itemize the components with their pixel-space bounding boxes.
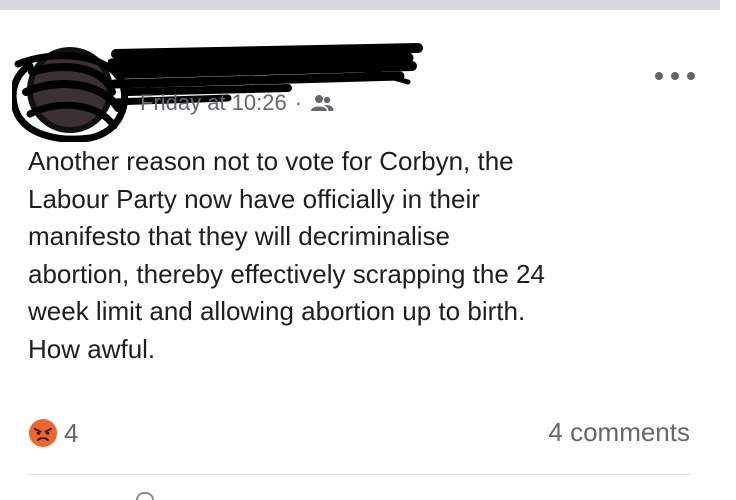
like-icon[interactable]: [136, 492, 154, 500]
friends-icon[interactable]: [310, 93, 334, 113]
meta-separator: ·: [294, 90, 303, 115]
reaction-count: 4: [64, 417, 79, 448]
comments-count-link[interactable]: 4 comments: [548, 417, 690, 448]
more-horizontal-icon: [687, 72, 695, 80]
angry-reaction-icon: [29, 419, 57, 447]
more-horizontal-icon: [655, 72, 663, 80]
post-timestamp[interactable]: Friday at 10:26: [140, 90, 287, 116]
post-text-line: abortion, thereby effectively scrapping …: [28, 258, 545, 289]
top-divider: [0, 0, 720, 10]
post-text-line: week limit and allowing abortion up to b…: [28, 296, 526, 326]
more-horizontal-icon: [671, 72, 679, 80]
post-meta: Friday at 10:26 ·: [140, 90, 334, 116]
post-text-line: How awful.: [28, 333, 156, 364]
facebook-post-card: Friday at 10:26 · Another reason not to …: [0, 0, 736, 500]
reaction-summary[interactable]: 4: [28, 417, 78, 449]
post-text-line: manifesto that they will decriminalise: [28, 221, 450, 251]
post-text-line: Labour Party now have officially in thei…: [28, 183, 480, 214]
more-options-button[interactable]: [655, 65, 695, 87]
post-text: Another reason not to vote for Corbyn, t…: [28, 143, 718, 368]
post-header: Friday at 10:26 ·: [0, 10, 736, 142]
action-bar-divider: [28, 474, 690, 475]
post-text-line: Another reason not to vote for Corbyn, t…: [28, 146, 514, 176]
